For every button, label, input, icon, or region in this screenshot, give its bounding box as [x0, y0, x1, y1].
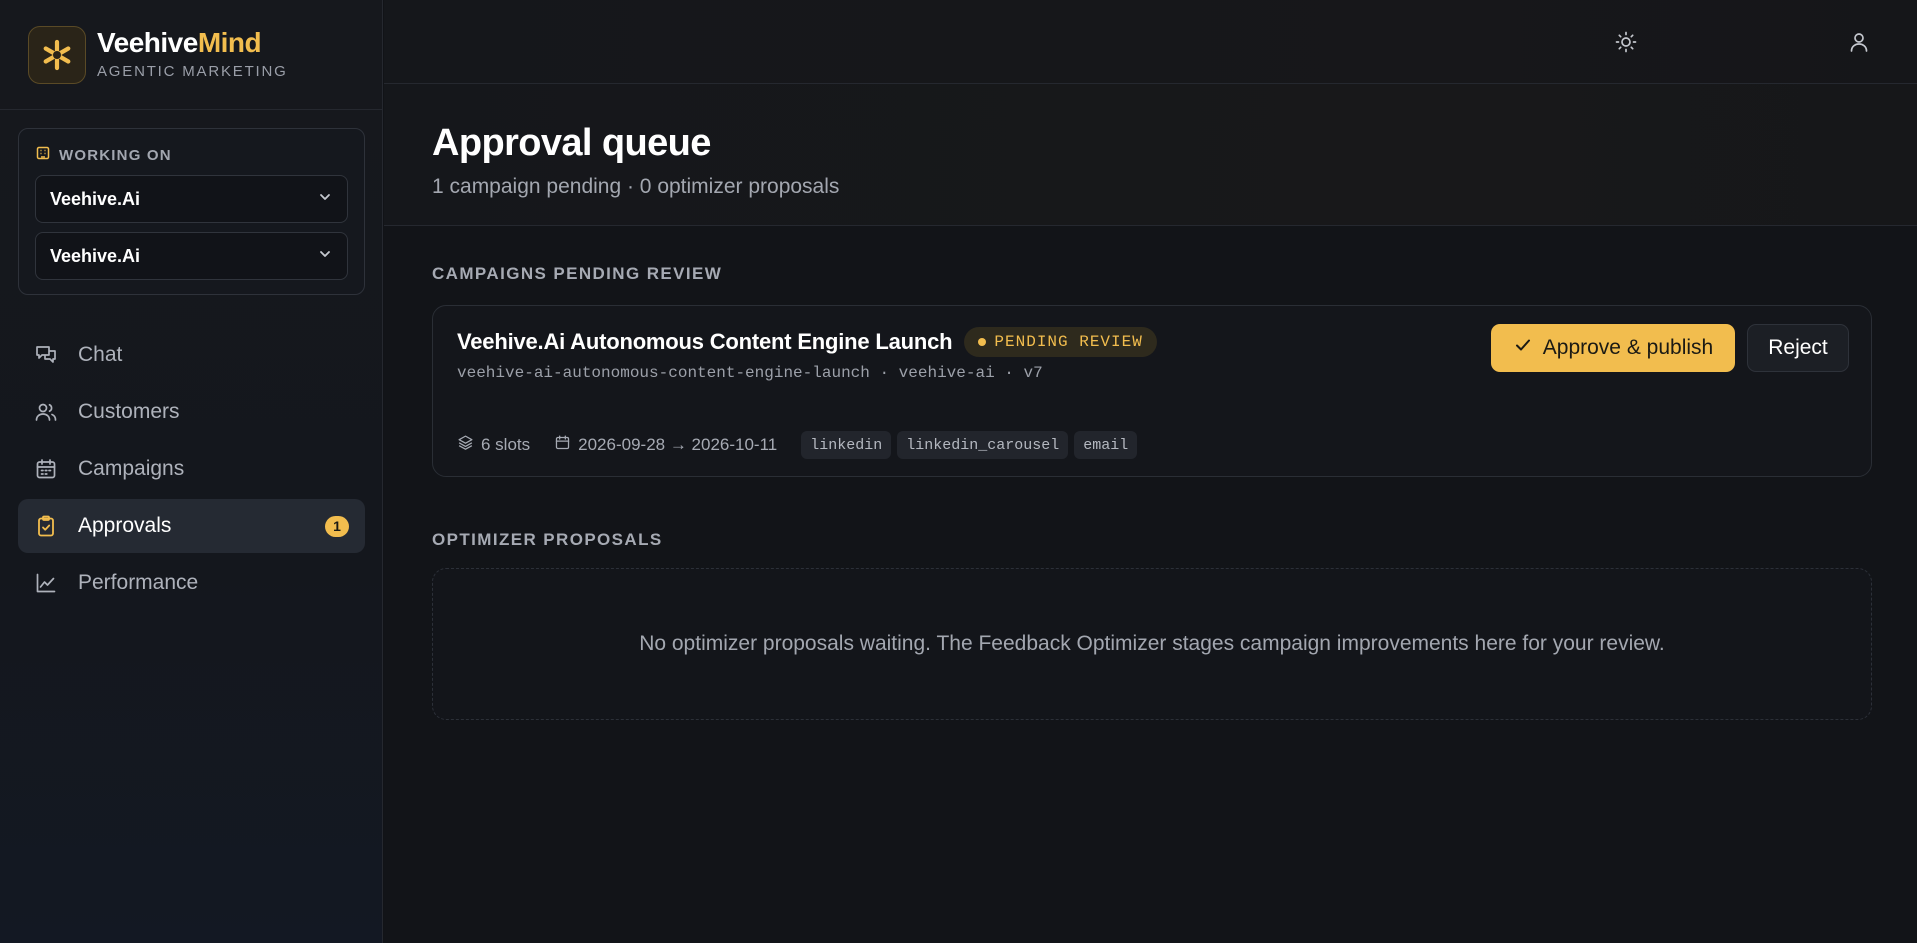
page-title: Approval queue — [432, 122, 711, 164]
sidebar-item-customers[interactable]: Customers — [18, 385, 365, 439]
users-icon — [34, 400, 58, 424]
campaign-meta: 6 slots 2026-09-28 → 2026-10-11 linkedin… — [457, 431, 1143, 459]
workspace-label: WORKING ON — [59, 146, 172, 164]
sidebar: VeehiveMind AGENTIC MARKETING WORKING ON… — [0, 0, 383, 943]
org-select[interactable]: Veehive.Ai — [35, 175, 348, 223]
layers-icon — [457, 434, 474, 456]
sidebar-nav: Chat Customers Campaigns Approvals 1 Per… — [18, 328, 365, 613]
campaign-slug: veehive-ai-autonomous-content-engine-lau… — [457, 364, 1043, 382]
sidebar-item-chat[interactable]: Chat — [18, 328, 365, 382]
top-bar — [384, 0, 1917, 84]
sidebar-item-label: Performance — [78, 571, 199, 594]
sidebar-item-label: Campaigns — [78, 457, 185, 480]
org-select-value: Veehive.Ai — [50, 188, 141, 209]
brand-name: VeehiveMind — [97, 27, 262, 58]
approvals-count-badge: 1 — [325, 515, 349, 537]
status-dot-icon — [978, 338, 987, 346]
sidebar-item-label: Customers — [78, 400, 180, 423]
approve-publish-label: Approve & publish — [1542, 336, 1714, 359]
approve-publish-button[interactable]: Approve & publish — [1491, 324, 1735, 372]
slots-info: 6 slots — [457, 434, 530, 456]
channel-tag-linkedin: linkedin — [801, 431, 892, 459]
asterisk-logo-icon[interactable] — [28, 25, 86, 84]
chevron-down-icon — [317, 246, 333, 267]
chevron-down-icon — [317, 189, 333, 210]
clipboard-check-icon — [34, 514, 58, 538]
sidebar-item-performance[interactable]: Performance — [18, 556, 365, 610]
channel-tag-email: email — [1074, 431, 1138, 459]
page-header: Approval queue 1 campaign pending · 0 op… — [384, 84, 1917, 226]
optimizer-section-label: OPTIMIZER PROPOSALS — [432, 530, 663, 549]
sidebar-item-approvals[interactable]: Approvals 1 — [18, 499, 365, 553]
chat-icon — [34, 343, 58, 367]
line-chart-icon — [34, 571, 58, 595]
calendar-icon — [554, 434, 571, 456]
main-content: CAMPAIGNS PENDING REVIEW Veehive.Ai Auto… — [384, 226, 1917, 943]
sidebar-item-campaigns[interactable]: Campaigns — [18, 442, 365, 496]
slots-count: 6 slots — [481, 435, 531, 454]
user-icon[interactable] — [1845, 28, 1873, 56]
workspace-switcher: WORKING ON Veehive.Ai Veehive.Ai — [18, 128, 365, 295]
status-badge-label: PENDING REVIEW — [994, 333, 1143, 351]
campaign-title[interactable]: Veehive.Ai Autonomous Content Engine Lau… — [457, 329, 953, 355]
campaign-card: Veehive.Ai Autonomous Content Engine Lau… — [432, 305, 1872, 477]
calendar-icon — [34, 457, 58, 481]
campaigns-section-label: CAMPAIGNS PENDING REVIEW — [432, 264, 723, 283]
channel-tag-linkedin-carousel: linkedin_carousel — [897, 431, 1069, 459]
status-badge: PENDING REVIEW — [964, 327, 1157, 357]
sidebar-item-label: Chat — [78, 343, 123, 366]
date-range: 2026-09-28 → 2026-10-11 — [578, 435, 778, 454]
sidebar-item-label: Approvals — [78, 514, 172, 537]
optimizer-empty-message: No optimizer proposals waiting. The Feed… — [639, 632, 1665, 655]
page-subtitle: 1 campaign pending · 0 optimizer proposa… — [432, 175, 840, 198]
building-icon — [35, 145, 51, 165]
check-icon — [1513, 335, 1533, 361]
optimizer-empty-state: No optimizer proposals waiting. The Feed… — [432, 568, 1872, 720]
project-select-value: Veehive.Ai — [50, 245, 141, 266]
date-range-info: 2026-09-28 → 2026-10-11 — [554, 434, 777, 456]
reject-button[interactable]: Reject — [1747, 324, 1849, 372]
brand-header: VeehiveMind AGENTIC MARKETING — [0, 0, 382, 110]
brand-subtitle: AGENTIC MARKETING — [97, 63, 288, 80]
project-select[interactable]: Veehive.Ai — [35, 232, 348, 280]
sun-icon[interactable] — [1612, 28, 1640, 56]
